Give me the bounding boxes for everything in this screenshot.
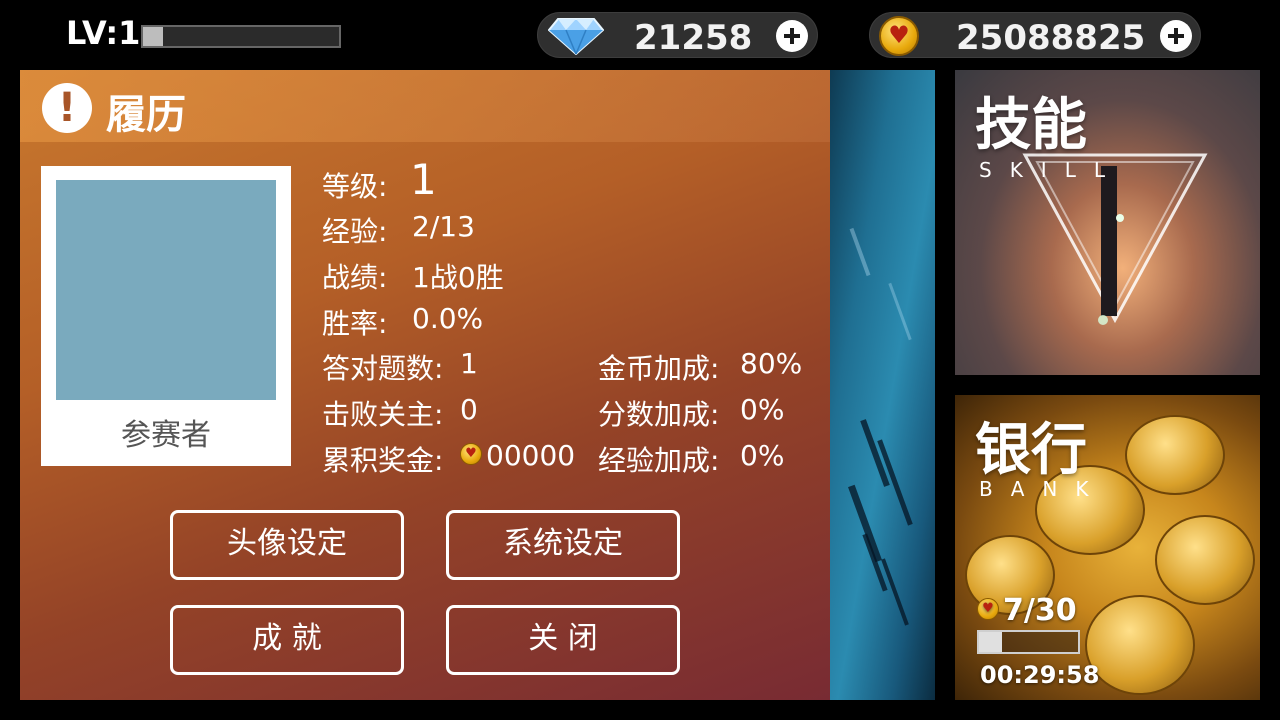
heart-coin-icon: ♥ <box>879 16 919 56</box>
stat-bosses-label: 击败关主: <box>322 398 444 431</box>
stat-exp-label: 经验: <box>322 215 388 248</box>
stat-score-bonus-label: 分数加成: <box>598 398 720 431</box>
avatar-card[interactable]: 参赛者 <box>41 166 291 466</box>
add-coins-button[interactable] <box>1160 20 1192 52</box>
stat-prize-label: 累积奖金: <box>322 444 444 477</box>
close-button[interactable]: 关 闭 <box>446 605 680 675</box>
bank-title: 银行 <box>975 418 1087 483</box>
stat-exp-bonus-label: 经验加成: <box>598 444 720 477</box>
stat-record-value: 1战0胜 <box>412 261 504 294</box>
stat-correct-label: 答对题数: <box>322 352 444 385</box>
profile-title: 履历 <box>106 92 186 138</box>
skill-subtitle: SKILL <box>979 158 1123 182</box>
add-diamonds-button[interactable] <box>776 20 808 52</box>
gold-coin-decor <box>1125 415 1225 495</box>
stat-exp-value: 2/13 <box>412 210 475 243</box>
gold-coin-decor <box>1155 515 1255 605</box>
diamond-amount: 21258 <box>634 18 753 58</box>
bank-count: 7/30 <box>977 593 1077 628</box>
stat-level-label: 等级: <box>322 170 388 203</box>
bank-count-value: 7/30 <box>1003 593 1077 628</box>
avatar-label: 参赛者 <box>121 418 211 453</box>
stat-record-label: 战绩: <box>322 261 388 294</box>
achievements-button[interactable]: 成 就 <box>170 605 404 675</box>
avatar-settings-button[interactable]: 头像设定 <box>170 510 404 580</box>
stat-prize-value: 00000 <box>486 439 576 472</box>
stat-coin-bonus: 金币加成: 80% <box>598 347 802 387</box>
stat-score-bonus-value: 0% <box>740 393 785 426</box>
stat-correct-value: 1 <box>460 347 478 380</box>
stat-winrate-value: 0.0% <box>412 302 484 335</box>
diamond-counter: 21258 <box>537 12 818 58</box>
stat-prize-value-wrap: 00000 <box>460 439 575 472</box>
decorative-water-strip <box>830 70 935 700</box>
level-progress-fill <box>143 27 163 46</box>
diamond-icon <box>548 18 604 55</box>
skill-title: 技能 <box>975 93 1087 158</box>
bank-timer: 00:29:58 <box>980 661 1100 689</box>
stat-correct: 答对题数: 1 <box>322 347 478 387</box>
skill-card[interactable]: 技能 SKILL <box>955 70 1260 375</box>
profile-header: ! 履历 <box>20 70 830 142</box>
stat-winrate-label: 胜率: <box>322 307 388 340</box>
stat-coin-bonus-value: 80% <box>740 347 803 380</box>
system-settings-button[interactable]: 系统设定 <box>446 510 680 580</box>
stat-exp: 经验: 2/13 <box>322 210 475 250</box>
stat-level-value: 1 <box>410 155 437 204</box>
heart-coin-icon <box>977 597 999 620</box>
stat-bosses-value: 0 <box>460 393 478 426</box>
gold-coin-decor <box>1085 595 1195 695</box>
level-label: LV:1 <box>66 14 141 52</box>
bank-progress-bar <box>977 630 1080 654</box>
profile-panel: ! 履历 参赛者 等级: 1 经验: 2/13 战绩: 1战0胜 胜率: 0.0… <box>20 70 830 700</box>
stat-exp-bonus: 经验加成: 0% <box>598 439 784 479</box>
avatar[interactable] <box>56 180 276 400</box>
heart-coin-icon <box>460 443 482 465</box>
level-progress-bar <box>141 25 341 48</box>
stat-level: 等级: 1 <box>322 155 437 205</box>
coin-counter: ♥ 25088825 <box>869 12 1201 58</box>
bank-progress-fill <box>979 632 1002 652</box>
stat-score-bonus: 分数加成: 0% <box>598 393 784 433</box>
stat-record: 战绩: 1战0胜 <box>322 256 504 296</box>
stat-prize: 累积奖金: 00000 <box>322 439 575 479</box>
bank-subtitle: BANK <box>979 477 1107 501</box>
stat-bosses: 击败关主: 0 <box>322 393 478 433</box>
exclamation-icon: ! <box>42 83 92 133</box>
stat-exp-bonus-value: 0% <box>740 439 785 472</box>
bank-card[interactable]: 银行 BANK 7/30 00:29:58 <box>955 395 1260 700</box>
coin-amount: 25088825 <box>956 18 1146 58</box>
stat-coin-bonus-label: 金币加成: <box>598 352 720 385</box>
stat-winrate: 胜率: 0.0% <box>322 302 483 342</box>
